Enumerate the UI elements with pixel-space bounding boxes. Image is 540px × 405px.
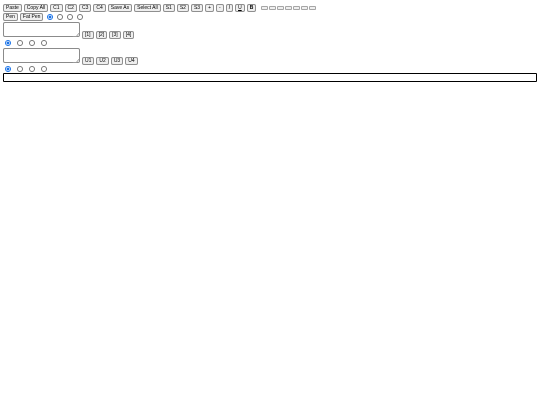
editor-2-radio-4[interactable] (41, 66, 47, 72)
underline-button[interactable]: U (235, 4, 245, 12)
c2-button[interactable]: C2 (64, 4, 77, 12)
editor-2-radio-3[interactable] (29, 66, 35, 72)
pen-button[interactable]: Pen (3, 13, 18, 21)
swatch-group (260, 6, 317, 10)
u1-button[interactable]: U1 (82, 57, 95, 65)
s1-button[interactable]: S1 (162, 4, 175, 12)
pen-radio-1[interactable] (47, 14, 54, 20)
font-decrease-button[interactable]: - (216, 4, 224, 12)
swatch-button-7[interactable] (309, 6, 317, 10)
italic-button[interactable]: I (225, 4, 234, 12)
editor-2-radio-group (5, 66, 51, 72)
editor-1-radio-4[interactable] (41, 40, 47, 46)
bracket-1-button[interactable]: [1] (82, 31, 94, 39)
c4-button[interactable]: C4 (93, 4, 106, 12)
fat-pen-button[interactable]: Fat Pen (19, 13, 44, 21)
save-as-button[interactable]: Save As (107, 4, 133, 12)
bracket-2-button[interactable]: [2] (95, 31, 108, 39)
u4-button[interactable]: U4 (125, 57, 138, 65)
editor-2-buttons: U1 U2 U3 U4 (82, 57, 138, 65)
swatch-button-6[interactable] (301, 6, 309, 10)
u3-button[interactable]: U3 (110, 57, 124, 65)
copy-all-button[interactable]: Copy All (23, 4, 49, 12)
paste-button[interactable]: Paste (3, 4, 22, 12)
swatch-button-5[interactable] (293, 6, 301, 10)
editor-1-radio-group (5, 40, 51, 46)
select-all-button[interactable]: Select All (134, 4, 161, 12)
bracket-3-button[interactable]: [3] (109, 31, 121, 39)
s3-button[interactable]: S3 (190, 4, 204, 12)
editor-2-radio-2[interactable] (17, 66, 23, 72)
pen-toolbar: Pen Fat Pen (3, 13, 87, 21)
editor-1-radio-2[interactable] (17, 40, 23, 46)
bracket-4-button[interactable]: [4] (122, 31, 135, 39)
swatch-button-2[interactable] (269, 6, 277, 10)
s2-button[interactable]: S2 (176, 4, 189, 12)
u2-button[interactable]: U2 (96, 57, 109, 65)
font-increase-button[interactable]: + (205, 4, 214, 12)
editor-1-radio-1[interactable] (5, 40, 11, 46)
swatch-button-4[interactable] (285, 6, 293, 10)
c1-button[interactable]: C1 (50, 4, 63, 12)
pen-radio-2[interactable] (57, 14, 64, 20)
editor-2-textarea[interactable] (3, 48, 80, 63)
editor-1-radio-3[interactable] (29, 40, 35, 46)
swatch-button-1[interactable] (261, 6, 269, 10)
pen-radio-group (47, 14, 87, 20)
pen-radio-4[interactable] (77, 14, 84, 20)
output-input[interactable] (3, 73, 537, 82)
editor-1-textarea[interactable] (3, 22, 80, 37)
c3-button[interactable]: C3 (78, 4, 92, 12)
editor-1-buttons: [1] [2] [3] [4] (82, 31, 135, 39)
editor-2-radio-1[interactable] (5, 66, 11, 72)
swatch-button-3[interactable] (277, 6, 285, 10)
bold-button[interactable]: B (246, 4, 257, 12)
main-toolbar: Paste Copy All C1 C2 C3 C4 Save As Selec… (3, 4, 317, 12)
pen-radio-3[interactable] (67, 14, 74, 20)
